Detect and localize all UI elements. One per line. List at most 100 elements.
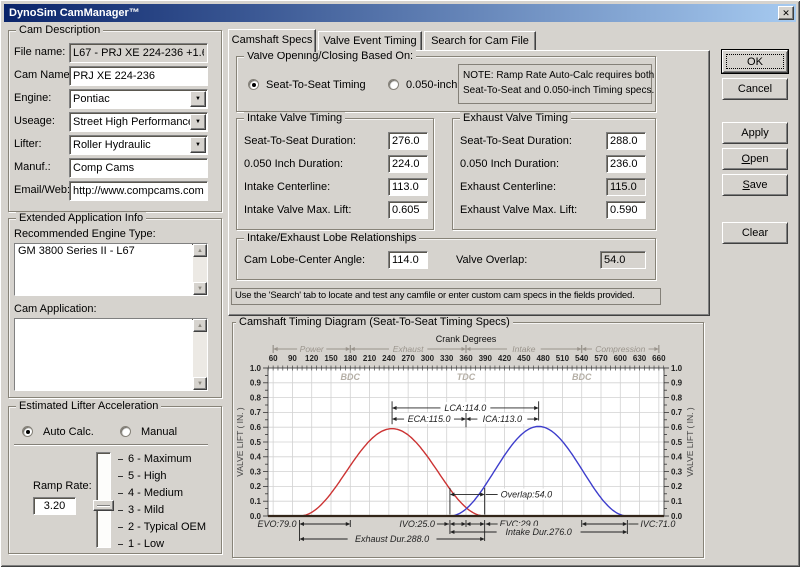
lifter-acceleration-title: Estimated Lifter Acceleration [16, 400, 161, 412]
exhaust-max-lift-input[interactable] [606, 201, 646, 219]
svg-text:420: 420 [498, 354, 512, 363]
tab-search-for-cam-file[interactable]: Search for Cam File [424, 31, 536, 51]
slider-label-row: 3 - Mild [118, 504, 164, 516]
tab-valve-event-timing[interactable]: Valve Event Timing [318, 31, 422, 51]
svg-text:BDC: BDC [572, 372, 592, 382]
divider [14, 444, 208, 446]
svg-text:ECA:115.0: ECA:115.0 [408, 414, 451, 424]
svg-text:630: 630 [633, 354, 647, 363]
manual-radio[interactable] [120, 426, 131, 437]
file-name-label: File name: [14, 46, 65, 58]
slider-label-row: 6 - Maximum [118, 453, 192, 465]
close-icon: ✕ [782, 9, 790, 18]
cam-description-title: Cam Description [16, 24, 103, 36]
slider-label: 4 - Medium [128, 487, 183, 499]
exhaust-050-duration-label: 0.050 Inch Duration: [460, 158, 559, 170]
exhaust-s2s-duration-label: Seat-To-Seat Duration: [460, 135, 572, 147]
ramp-rate-value[interactable] [33, 497, 76, 515]
svg-text:90: 90 [288, 354, 297, 363]
intake-centerline-input[interactable] [388, 178, 428, 196]
lifter-select[interactable]: Roller Hydraulic ▼ [69, 135, 208, 155]
slider-label: 3 - Mild [128, 504, 164, 516]
slider-tick [118, 527, 123, 528]
ok-button[interactable]: OK [722, 50, 788, 73]
seat-to-seat-radio[interactable] [248, 79, 259, 90]
cam-name-input[interactable] [69, 66, 208, 86]
svg-text:TDC: TDC [457, 372, 476, 382]
svg-text:0.5: 0.5 [250, 438, 262, 447]
svg-text:VALVE LIFT ( IN. ): VALVE LIFT ( IN. ) [685, 407, 695, 477]
svg-text:0.3: 0.3 [671, 467, 683, 476]
close-button[interactable]: ✕ [778, 6, 794, 20]
camshaft-timing-diagram-title: Camshaft Timing Diagram (Seat-To-Seat Ti… [236, 316, 513, 328]
title-bar: DynoSim CamManager™ ✕ [4, 4, 796, 22]
open-button[interactable]: Open [722, 148, 788, 170]
svg-text:0.2: 0.2 [671, 482, 683, 491]
auto-calc-radio[interactable] [22, 426, 33, 437]
auto-calc-label: Auto Calc. [43, 426, 94, 438]
exhaust-050-duration-input[interactable] [606, 155, 646, 173]
lobe-center-angle-label: Cam Lobe-Center Angle: [244, 254, 365, 266]
apply-button[interactable]: Apply [722, 122, 788, 144]
scroll-up-button[interactable]: ▲ [193, 319, 207, 332]
svg-text:ICA:113.0: ICA:113.0 [483, 414, 522, 424]
window-title: DynoSim CamManager™ [9, 7, 140, 19]
tab-camshaft-specs[interactable]: Camshaft Specs [228, 29, 316, 52]
svg-text:0.8: 0.8 [671, 393, 683, 402]
recommended-engine-type-textarea[interactable]: GM 3800 Series II - L67 ▲ ▼ [14, 243, 208, 296]
svg-text:BDC: BDC [341, 372, 361, 382]
svg-text:150: 150 [324, 354, 338, 363]
slider-label: 5 - High [128, 470, 167, 482]
dynosim-cammanager-window: DynoSim CamManager™ ✕ Cam Description Fi… [0, 0, 800, 567]
engine-label: Engine: [14, 92, 51, 104]
tab-label: Search for Cam File [431, 35, 529, 47]
svg-text:LCA:114.0: LCA:114.0 [444, 403, 486, 413]
slider-tick [118, 510, 123, 511]
cam-application-label: Cam Application: [14, 303, 97, 315]
save-button[interactable]: Save [722, 174, 788, 196]
email-web-label: Email/Web: [14, 184, 70, 196]
scroll-down-button[interactable]: ▼ [193, 282, 207, 295]
slider-tick [118, 493, 123, 494]
scroll-down-button[interactable]: ▼ [193, 377, 207, 390]
tab-label: Valve Event Timing [323, 35, 416, 47]
cam-application-textarea[interactable]: ▲ ▼ [14, 318, 208, 391]
intake-max-lift-input[interactable] [388, 201, 428, 219]
clear-button[interactable]: Clear [722, 222, 788, 244]
svg-text:360: 360 [459, 354, 473, 363]
svg-text:Intake Dur.276.0: Intake Dur.276.0 [506, 527, 572, 537]
manuf-input[interactable] [69, 158, 208, 178]
slider-label-row: 2 - Typical OEM [118, 521, 206, 533]
valve-overlap-input [600, 251, 646, 269]
useage-label: Useage: [14, 115, 55, 127]
svg-text:0.6: 0.6 [671, 423, 683, 432]
lobe-center-angle-input[interactable] [388, 251, 428, 269]
inch-timing-radio[interactable] [388, 79, 399, 90]
slider-label: 6 - Maximum [128, 453, 192, 465]
svg-text:0.6: 0.6 [250, 423, 262, 432]
intake-s2s-duration-input[interactable] [388, 132, 428, 150]
svg-text:540: 540 [575, 354, 589, 363]
email-web-input[interactable] [69, 181, 208, 201]
engine-select[interactable]: Pontiac ▼ [69, 89, 208, 109]
ramp-rate-slider-thumb[interactable] [93, 500, 114, 511]
svg-text:510: 510 [556, 354, 570, 363]
exhaust-s2s-duration-input[interactable] [606, 132, 646, 150]
svg-text:300: 300 [421, 354, 435, 363]
exhaust-max-lift-label: Exhaust Valve Max. Lift: [460, 204, 577, 216]
lifter-label: Lifter: [14, 138, 42, 150]
intake-050-duration-input[interactable] [388, 155, 428, 173]
note-line-1: NOTE: Ramp Rate Auto-Calc requires both [463, 68, 647, 83]
svg-text:Crank Degrees: Crank Degrees [436, 334, 497, 344]
useage-select[interactable]: Street High Performance ▼ [69, 112, 208, 132]
svg-text:0.7: 0.7 [250, 408, 262, 417]
svg-text:450: 450 [517, 354, 531, 363]
svg-text:0.2: 0.2 [250, 482, 262, 491]
scroll-up-button[interactable]: ▲ [193, 244, 207, 257]
intake-timing-title: Intake Valve Timing [244, 112, 345, 124]
cancel-button[interactable]: Cancel [722, 78, 788, 100]
slider-label-row: 5 - High [118, 470, 167, 482]
scrollbar[interactable]: ▲ ▼ [193, 244, 207, 295]
scroll-down-icon: ▼ [197, 381, 203, 387]
scrollbar[interactable]: ▲ ▼ [193, 319, 207, 390]
